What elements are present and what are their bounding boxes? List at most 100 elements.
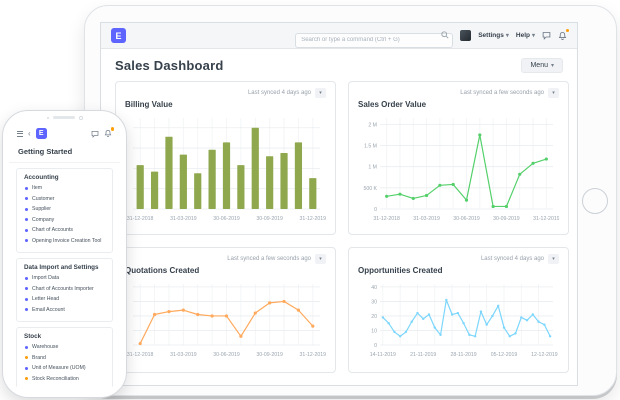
- phone-item[interactable]: Unit of Measure (UOM): [25, 365, 105, 371]
- phone-item[interactable]: Customer: [25, 196, 105, 202]
- phone-item[interactable]: Letter Head: [25, 296, 105, 302]
- camera-icon: [79, 116, 83, 120]
- phone-item-label: Customer: [32, 195, 55, 202]
- home-button[interactable]: [582, 187, 608, 214]
- svg-text:30-09-2019: 30-09-2019: [493, 216, 520, 222]
- svg-text:31-12-2019: 31-12-2019: [533, 216, 559, 222]
- phone-app-logo[interactable]: E: [35, 128, 47, 139]
- svg-text:1.5 M: 1.5 M: [364, 144, 377, 150]
- chevron-down-icon: ▾: [552, 255, 555, 262]
- phone-item-label: Company: [32, 216, 55, 223]
- page-title: Sales Dashboard: [115, 58, 224, 73]
- phone-item[interactable]: Chart of Accounts Importer: [25, 286, 105, 292]
- item-dot-icon: [25, 297, 28, 301]
- dashboard-card: Last synced 4 days ago ▾ Billing Value 31-1…: [115, 81, 336, 235]
- phone-item-label: Import Data: [32, 275, 60, 281]
- svg-text:31-12-2019: 31-12-2019: [300, 216, 326, 222]
- avatar[interactable]: [460, 30, 472, 41]
- item-dot-icon: [25, 276, 28, 280]
- phone-item[interactable]: Supplier: [25, 206, 105, 212]
- svg-text:31-03-2019: 31-03-2019: [413, 216, 440, 222]
- message-icon: [91, 130, 99, 138]
- phone-item-label: Supplier: [32, 206, 52, 212]
- item-dot-icon: [25, 228, 28, 232]
- item-dot-icon: [25, 218, 28, 221]
- item-dot-icon: [25, 186, 28, 190]
- svg-text:21-11-2019: 21-11-2019: [410, 352, 436, 358]
- svg-text:20: 20: [371, 314, 377, 320]
- svg-text:31-12-2018: 31-12-2018: [127, 352, 154, 358]
- phone-item-label: Opening Invoice Creation Tool: [32, 237, 102, 244]
- phone-item[interactable]: Import Data: [25, 275, 105, 281]
- item-dot-icon: [25, 207, 28, 211]
- card-sync-label: Last synced a few seconds ago: [227, 256, 311, 262]
- phone-notifications-button[interactable]: [104, 127, 114, 138]
- marketing-canvas: E Settings ▾ Help ▾: [0, 0, 620, 400]
- app-logo[interactable]: E: [111, 28, 126, 43]
- phone-item-label: Warehouse: [32, 344, 59, 350]
- item-dot-icon: [25, 308, 28, 311]
- card-dropdown-button[interactable]: ▾: [315, 88, 326, 98]
- item-dot-icon: [25, 377, 28, 380]
- card-dropdown-button[interactable]: ▾: [548, 254, 559, 264]
- item-dot-icon: [25, 197, 28, 200]
- settings-menu[interactable]: Settings ▾: [478, 32, 509, 39]
- phone-notch: [46, 116, 83, 120]
- svg-text:31-03-2019: 31-03-2019: [170, 216, 197, 222]
- phone-section-title: Accounting: [24, 174, 59, 181]
- notifications-button[interactable]: [558, 28, 569, 41]
- hamburger-icon[interactable]: [17, 130, 23, 137]
- back-icon[interactable]: ‹: [28, 129, 31, 138]
- svg-text:40: 40: [371, 285, 377, 291]
- phone-item[interactable]: Warehouse: [25, 344, 105, 350]
- search-input[interactable]: [295, 32, 454, 48]
- top-navbar: E Settings ▾ Help ▾: [101, 23, 577, 49]
- search-icon: [441, 31, 449, 39]
- phone-item[interactable]: Item: [25, 185, 105, 191]
- notification-dot: [565, 28, 569, 32]
- chevron-down-icon: ▾: [550, 62, 554, 69]
- svg-text:12-12-2019: 12-12-2019: [531, 352, 558, 358]
- card-sync-row: Last synced 4 days ago ▾: [358, 254, 559, 264]
- phone-page-title: Getting Started: [9, 142, 120, 163]
- card-dropdown-button[interactable]: ▾: [315, 254, 326, 264]
- phone-item[interactable]: Chart of Accounts: [25, 227, 105, 233]
- chevron-down-icon: ▾: [531, 32, 535, 39]
- phone-item-label: Chart of Accounts: [32, 227, 73, 233]
- phone-item-label: Brand: [32, 354, 46, 361]
- phone-item-label: Email Account: [32, 306, 65, 313]
- card-sync-label: Last synced 4 days ago: [480, 256, 544, 262]
- phone-section: Stock Warehouse Brand Unit of Measure (UOM)…: [16, 327, 113, 390]
- chevron-down-icon: ▾: [319, 255, 322, 262]
- phone-item[interactable]: Opening Invoice Creation Tool: [25, 238, 105, 244]
- phone-navbar: ‹ E: [9, 123, 120, 142]
- phone-section-title: Stock: [24, 333, 42, 340]
- svg-text:05-12-2019: 05-12-2019: [491, 352, 518, 358]
- phone-item[interactable]: Email Account: [25, 307, 105, 313]
- menu-button[interactable]: Menu ▾: [521, 58, 563, 73]
- phone-item[interactable]: Brand: [25, 355, 105, 361]
- phone-item[interactable]: Company: [25, 217, 105, 223]
- messages-button[interactable]: [542, 31, 551, 40]
- card-dropdown-button[interactable]: ▾: [548, 88, 559, 98]
- item-dot-icon: [25, 356, 28, 359]
- svg-text:2 M: 2 M: [368, 122, 377, 128]
- bell-icon: [558, 31, 567, 40]
- help-menu[interactable]: Help ▾: [516, 32, 535, 39]
- notification-dot: [110, 127, 114, 131]
- phone-device: ‹ E Getting Started Accounting Item Cust…: [2, 110, 127, 398]
- settings-label: Settings: [478, 32, 504, 39]
- card-title: Opportunities Created: [358, 266, 443, 275]
- phone-item-label: Item: [32, 185, 43, 191]
- phone-item[interactable]: Stock Reconciliation: [25, 376, 105, 382]
- phone-item-label: Chart of Accounts Importer: [32, 285, 94, 292]
- svg-text:31-12-2019: 31-12-2019: [300, 352, 326, 358]
- phone-messages-button[interactable]: [91, 130, 99, 138]
- item-dot-icon: [25, 345, 28, 349]
- dashboard-card: Last synced 4 days ago ▾ Opportunities Cre…: [348, 247, 569, 373]
- phone-section: Data Import and Settings Import Data Chart…: [16, 258, 113, 322]
- message-icon: [542, 32, 551, 40]
- tablet-screen: E Settings ▾ Help ▾: [100, 22, 578, 386]
- tablet-device: E Settings ▾ Help ▾: [84, 5, 617, 396]
- chart-svg: 31-12-2018 31-03-2019 30-06-2019 30-09-2019…: [127, 118, 326, 222]
